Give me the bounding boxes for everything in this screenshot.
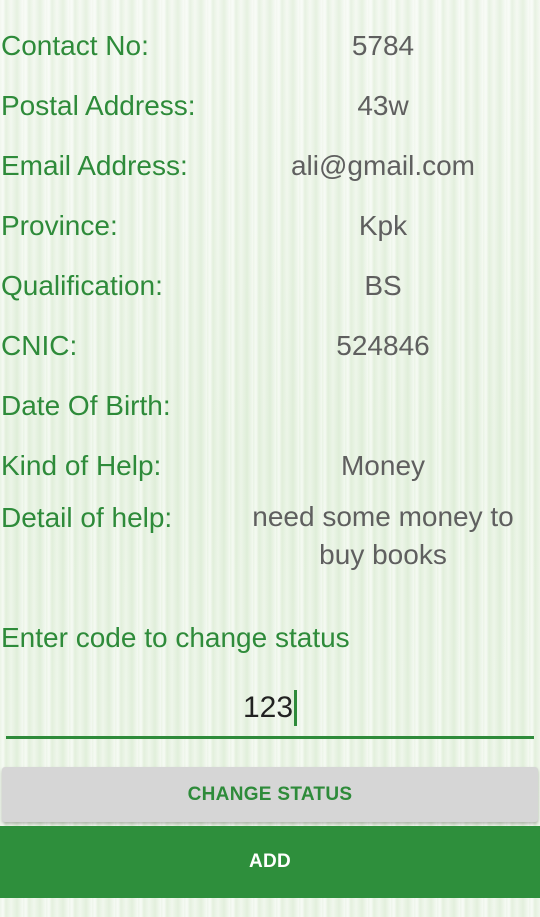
date-of-birth-label: Date Of Birth: [1, 390, 171, 421]
cnic-label: CNIC: [1, 330, 78, 361]
field-row-email: Email Address: ali@gmail.com [0, 146, 540, 186]
kind-of-help-label: Kind of Help: [1, 450, 162, 481]
field-row-contact: Contact No: 5784 [0, 26, 540, 66]
detail-of-help-label: Detail of help: [1, 502, 173, 533]
field-row-postal-address: Postal Address: 43w [0, 86, 540, 126]
field-row-cnic: CNIC: 524846 [0, 326, 540, 366]
postal-address-label: Postal Address: [1, 90, 196, 121]
postal-address-value: 43w [357, 90, 409, 121]
field-row-detail-of-help: Detail of help: need some money to buy b… [0, 498, 540, 578]
kind-of-help-value: Money [340, 450, 426, 481]
email-label: Email Address: [1, 150, 188, 181]
province-label: Province: [1, 210, 118, 241]
change-status-prompt: Enter code to change status [1, 622, 350, 653]
add-button[interactable]: ADD [0, 826, 540, 898]
field-row-date-of-birth: Date Of Birth: [0, 386, 540, 426]
status-code-value: 123 [242, 691, 294, 724]
field-row-kind-of-help: Kind of Help: Money [0, 446, 540, 486]
text-cursor [294, 690, 298, 726]
email-value: ali@gmail.com [290, 150, 476, 181]
qualification-value: BS [364, 270, 402, 301]
detail-of-help-value: need some money to buy books [252, 501, 514, 570]
field-row-province: Province: Kpk [0, 206, 540, 246]
province-value: Kpk [358, 210, 408, 241]
cnic-value: 524846 [336, 330, 430, 361]
change-status-button[interactable]: CHANGE STATUS [2, 767, 538, 822]
contact-label: Contact No: [1, 30, 149, 61]
status-code-input[interactable]: 123 [6, 680, 534, 739]
contact-value: 5784 [351, 30, 415, 61]
field-row-qualification: Qualification: BS [0, 266, 540, 306]
qualification-label: Qualification: [1, 270, 163, 301]
